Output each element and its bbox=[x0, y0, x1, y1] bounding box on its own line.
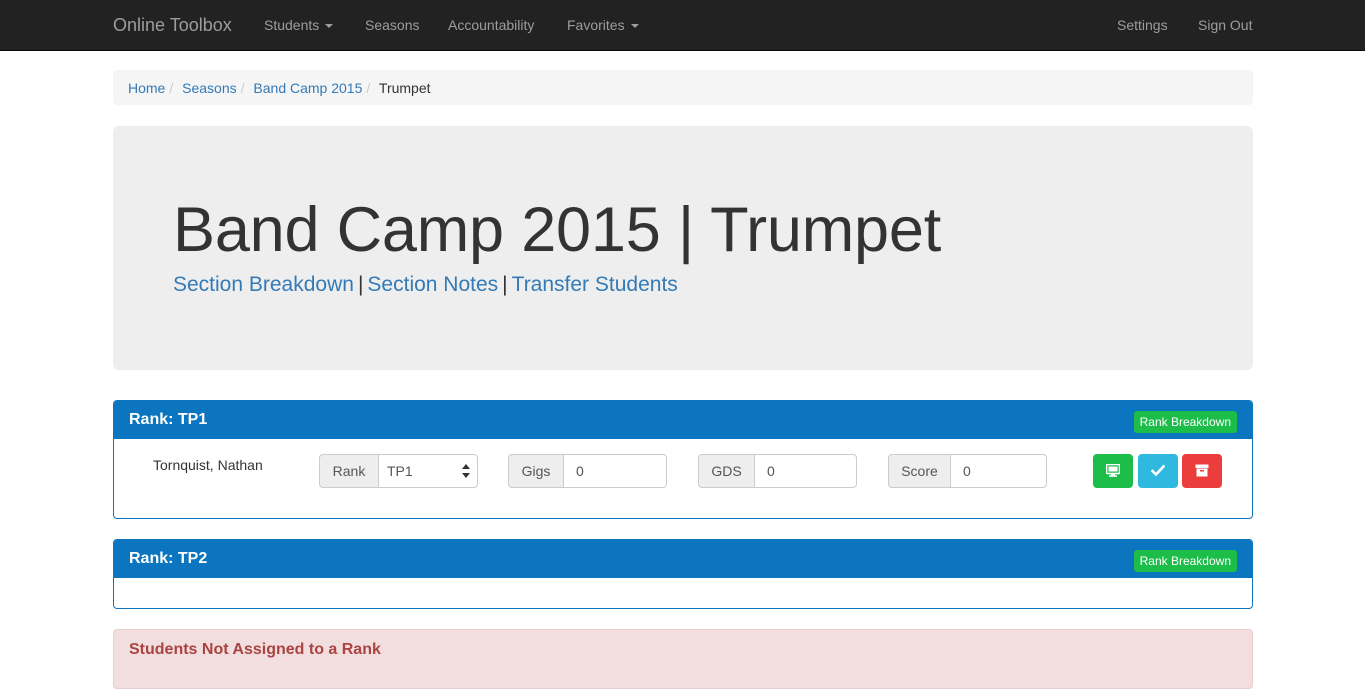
brand-link[interactable]: Online Toolbox bbox=[113, 0, 232, 50]
nav-favorites-dropdown[interactable]: Favorites bbox=[567, 0, 639, 50]
breadcrumb-separator: / bbox=[240, 80, 245, 96]
rank-panel-heading: Rank: TP1 Rank Breakdown bbox=[114, 401, 1252, 439]
top-navbar: Online Toolbox Students Seasons Accounta… bbox=[0, 0, 1365, 51]
breadcrumb-separator: / bbox=[366, 80, 371, 96]
page-header-jumbotron: Band Camp 2015 | Trumpet Section Breakdo… bbox=[113, 126, 1253, 370]
select-arrows-icon bbox=[462, 464, 470, 478]
gigs-addon: Gigs bbox=[508, 454, 563, 488]
rank-panel-body: Tornquist, Nathan Rank TP1 Gigs GDS Scor… bbox=[114, 439, 1252, 518]
rank-title: Rank: TP2 bbox=[129, 550, 208, 567]
transfer-students-link[interactable]: Transfer Students bbox=[512, 273, 678, 296]
archive-icon bbox=[1195, 464, 1209, 477]
nav-sign-out[interactable]: Sign Out bbox=[1198, 0, 1252, 50]
caret-down-icon bbox=[630, 24, 639, 29]
rank-title: Rank: TP1 bbox=[129, 411, 208, 428]
rank-breakdown-button[interactable]: Rank Breakdown bbox=[1133, 411, 1237, 433]
score-input[interactable] bbox=[950, 454, 1047, 488]
breadcrumb: Home / Seasons / Band Camp 2015/ Trumpet bbox=[113, 70, 1253, 105]
rank-panel-body bbox=[114, 578, 1252, 608]
section-links: Section Breakdown | Section Notes | Transfer… bbox=[173, 273, 678, 297]
student-name: Tornquist, Nathan bbox=[153, 457, 263, 473]
breadcrumb-separator: / bbox=[169, 80, 174, 96]
archive-student-button[interactable] bbox=[1182, 454, 1222, 488]
breadcrumb-seasons[interactable]: Seasons bbox=[182, 80, 236, 96]
breadcrumb-home[interactable]: Home bbox=[128, 80, 165, 96]
view-student-button[interactable] bbox=[1093, 454, 1133, 488]
link-separator: | bbox=[357, 273, 364, 296]
breadcrumb-band-camp[interactable]: Band Camp 2015 bbox=[253, 80, 362, 96]
unassigned-students-panel: Students Not Assigned to a Rank bbox=[113, 629, 1253, 689]
nav-settings[interactable]: Settings bbox=[1117, 0, 1168, 50]
caret-down-icon bbox=[325, 24, 334, 29]
gds-input-group: GDS bbox=[698, 454, 857, 488]
gds-addon: GDS bbox=[698, 454, 754, 488]
breadcrumb-current: Trumpet bbox=[378, 80, 431, 96]
nav-accountability[interactable]: Accountability bbox=[448, 0, 534, 50]
rank-addon: Rank bbox=[319, 454, 378, 488]
nav-seasons[interactable]: Seasons bbox=[365, 0, 419, 50]
section-notes-link[interactable]: Section Notes bbox=[367, 273, 498, 296]
monitor-icon bbox=[1106, 464, 1120, 477]
rank-input-group: Rank TP1 bbox=[319, 454, 478, 488]
score-input-group: Score bbox=[888, 454, 1047, 488]
rank-breakdown-button[interactable]: Rank Breakdown bbox=[1133, 550, 1237, 572]
unassigned-students-heading: Students Not Assigned to a Rank bbox=[129, 641, 381, 658]
gigs-input[interactable] bbox=[563, 454, 667, 488]
gds-input[interactable] bbox=[754, 454, 857, 488]
link-separator: | bbox=[502, 273, 508, 296]
nav-students-label: Students bbox=[264, 17, 320, 33]
checkmark-icon bbox=[1151, 464, 1165, 477]
rank-panel-tp1: Rank: TP1 Rank Breakdown Tornquist, Nath… bbox=[113, 400, 1253, 519]
confirm-student-button[interactable] bbox=[1138, 454, 1178, 488]
gigs-input-group: Gigs bbox=[508, 454, 667, 488]
score-addon: Score bbox=[888, 454, 950, 488]
rank-select[interactable]: TP1 bbox=[378, 454, 478, 488]
rank-select-value: TP1 bbox=[387, 463, 413, 479]
nav-favorites-label: Favorites bbox=[567, 17, 625, 33]
rank-panel-heading: Rank: TP2 Rank Breakdown bbox=[114, 540, 1252, 578]
rank-panel-tp2: Rank: TP2 Rank Breakdown bbox=[113, 539, 1253, 609]
nav-students-dropdown[interactable]: Students bbox=[264, 0, 334, 50]
section-breakdown-link[interactable]: Section Breakdown bbox=[173, 273, 354, 296]
page-title: Band Camp 2015 | Trumpet bbox=[173, 195, 941, 265]
